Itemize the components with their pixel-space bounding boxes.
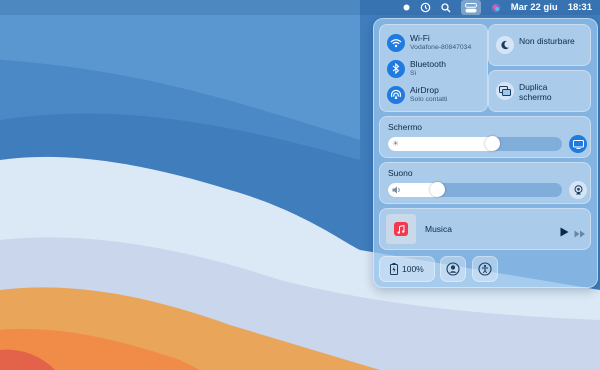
airdrop-status: Solo contatti [410, 96, 448, 103]
brightness-slider[interactable]: ☀ [388, 137, 562, 151]
display-settings-icon[interactable] [569, 135, 587, 153]
user-icon [446, 262, 460, 276]
bluetooth-title: Bluetooth [410, 59, 446, 69]
speaker-icon [392, 186, 400, 194]
display-label: Schermo [388, 122, 423, 132]
screen-mirroring-label: Duplica schermo [519, 82, 552, 102]
now-playing-title: Musica [425, 224, 452, 234]
display-module: Schermo ☀ [379, 116, 591, 158]
wifi-network: Vodafone-80847034 [410, 44, 472, 51]
sound-label: Suono [388, 168, 413, 178]
spotlight-search-icon[interactable] [441, 0, 451, 15]
accessibility-tile[interactable] [472, 256, 498, 282]
airdrop-title: AirDrop [410, 85, 439, 95]
accessibility-icon [478, 262, 492, 276]
control-center-icon[interactable] [460, 0, 481, 15]
volume-knob[interactable] [429, 182, 445, 197]
brightness-knob[interactable] [484, 136, 500, 151]
do-not-disturb-tile[interactable]: Non disturbare [488, 24, 591, 66]
menubar-time[interactable]: 18:31 [568, 2, 592, 13]
dot-icon[interactable] [403, 0, 410, 15]
now-playing-module: Musica [379, 208, 591, 250]
bluetooth-icon[interactable] [387, 59, 405, 78]
bluetooth-tile[interactable]: Bluetooth Sì [387, 59, 446, 78]
airplay-audio-icon[interactable] [569, 181, 587, 199]
wifi-icon[interactable] [387, 33, 405, 52]
battery-charging-icon [390, 263, 398, 275]
fast-forward-icon[interactable] [574, 225, 586, 243]
bluetooth-status: Sì [410, 70, 417, 77]
brightness-fill [388, 137, 492, 151]
siri-icon[interactable] [491, 0, 501, 15]
volume-slider[interactable] [388, 183, 562, 197]
wifi-tile[interactable]: Wi-Fi Vodafone-80847034 [387, 33, 471, 52]
music-app-icon [386, 214, 416, 244]
control-center-panel: Wi-Fi Vodafone-80847034 Bluetooth Sì Air… [373, 18, 598, 288]
battery-level: 100% [402, 264, 424, 274]
fast-user-switching-tile[interactable] [440, 256, 466, 282]
sound-module: Suono [379, 162, 591, 204]
time-machine-icon[interactable] [420, 0, 431, 15]
moon-icon [496, 36, 514, 54]
screen-mirroring-icon [496, 82, 514, 100]
screen-mirroring-tile[interactable]: Duplica schermo [488, 70, 591, 112]
airdrop-icon[interactable] [387, 85, 405, 104]
play-icon[interactable] [560, 224, 569, 242]
connectivity-module: Wi-Fi Vodafone-80847034 Bluetooth Sì Air… [379, 24, 488, 112]
do-not-disturb-label: Non disturbare [519, 36, 575, 46]
menubar-date[interactable]: Mar 22 giu [511, 2, 558, 13]
menu-bar: Mar 22 giu 18:31 [0, 0, 600, 15]
airdrop-tile[interactable]: AirDrop Solo contatti [387, 85, 447, 104]
wifi-title: Wi-Fi [410, 33, 430, 43]
battery-tile[interactable]: 100% [379, 256, 435, 282]
sun-icon: ☀ [392, 139, 400, 148]
